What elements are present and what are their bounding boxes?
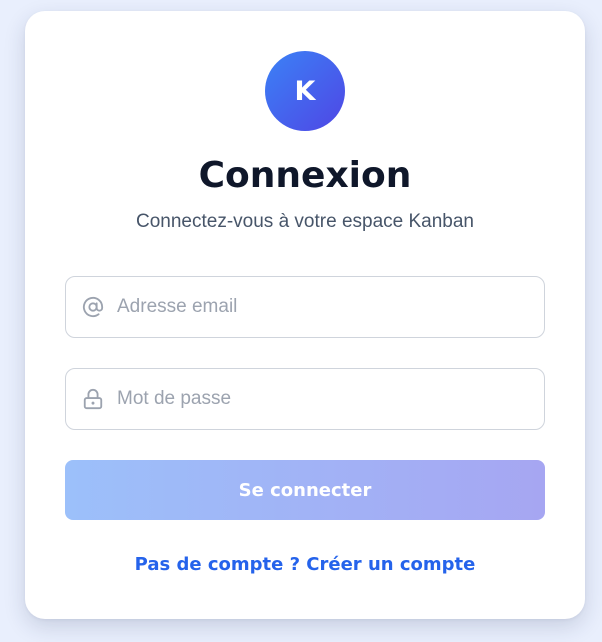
email-input[interactable] [117, 296, 517, 318]
login-card: K Connexion Connectez-vous à votre espac… [25, 11, 585, 619]
app-logo: K [265, 51, 345, 131]
page-subtitle: Connectez-vous à votre espace Kanban [136, 211, 474, 232]
password-field[interactable] [65, 368, 545, 430]
lock-icon [82, 388, 104, 410]
at-sign-icon [82, 296, 104, 318]
email-field[interactable] [65, 276, 545, 338]
page-title: Connexion [198, 155, 412, 196]
create-account-link[interactable]: Pas de compte ? Créer un compte [25, 553, 585, 577]
login-button[interactable]: Se connecter [65, 460, 545, 520]
password-input[interactable] [117, 388, 517, 410]
logo-letter: K [294, 75, 316, 107]
